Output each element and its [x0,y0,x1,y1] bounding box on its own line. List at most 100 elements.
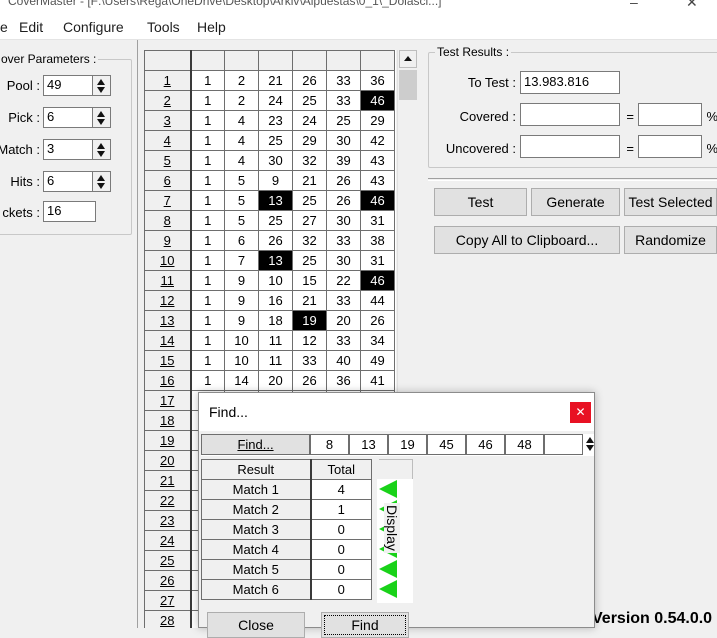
spin-down-icon[interactable] [97,183,105,189]
spin-up-icon[interactable] [586,437,594,443]
grid-cell[interactable]: 14 [224,370,259,391]
table-row[interactable]: 5 1 4 30 32 39 43 [144,150,395,171]
row-number[interactable]: 22 [144,490,192,511]
table-row[interactable]: 14 1 10 11 12 33 34 [144,330,395,351]
grid-cell[interactable]: 10 [224,330,259,351]
row-number[interactable]: 9 [144,230,192,251]
row-number[interactable]: 16 [144,370,192,391]
grid-cell[interactable]: 43 [360,170,395,191]
grid-cell[interactable]: 31 [360,210,395,231]
grid-column-header[interactable] [360,50,395,71]
triangle-left-icon[interactable] [379,580,397,598]
grid-cell[interactable]: 9 [224,310,259,331]
row-number[interactable]: 4 [144,130,192,151]
grid-column-header[interactable] [292,50,327,71]
grid-cell[interactable]: 21 [258,70,293,91]
grid-cell[interactable]: 33 [326,70,361,91]
grid-cell[interactable]: 4 [224,150,259,171]
table-row[interactable]: 13 1 9 18 19 20 26 [144,310,395,331]
grid-cell[interactable]: 20 [326,310,361,331]
close-window-icon[interactable]: ✕ [686,0,698,11]
grid-cell[interactable]: 15 [292,270,327,291]
grid-cell[interactable]: 31 [360,250,395,271]
grid-cell[interactable]: 24 [292,110,327,131]
grid-cell[interactable]: 27 [292,210,327,231]
spin-down-icon[interactable] [97,119,105,125]
grid-cell[interactable]: 13 [258,250,293,271]
close-icon[interactable]: ✕ [570,402,591,423]
table-row[interactable]: 12 1 9 16 21 33 44 [144,290,395,311]
test-selected-button[interactable]: Test Selected [624,188,717,216]
grid-cell[interactable]: 1 [190,210,225,231]
match-input[interactable]: 3 [43,139,93,160]
row-number[interactable]: 10 [144,250,192,271]
menu-help[interactable]: Help [197,19,226,35]
grid-cell[interactable]: 4 [224,110,259,131]
grid-cell[interactable]: 1 [190,270,225,291]
grid-cell[interactable]: 34 [360,330,395,351]
grid-cell[interactable]: 1 [190,230,225,251]
grid-cell[interactable]: 16 [258,290,293,311]
randomize-button[interactable]: Randomize [624,226,717,254]
grid-cell[interactable]: 44 [360,290,395,311]
menu-tools[interactable]: Tools [147,19,180,35]
grid-cell[interactable]: 5 [224,190,259,211]
grid-cell[interactable]: 41 [360,370,395,391]
grid-cell[interactable]: 6 [224,230,259,251]
grid-cell[interactable]: 7 [224,250,259,271]
spin-up-icon[interactable] [97,175,105,181]
grid-cell[interactable]: 1 [190,310,225,331]
grid-cell[interactable]: 1 [190,110,225,131]
grid-cell[interactable]: 5 [224,170,259,191]
grid-cell[interactable]: 36 [360,70,395,91]
grid-cell[interactable]: 26 [292,370,327,391]
menu-file[interactable]: e [0,19,8,35]
grid-cell[interactable]: 10 [224,350,259,371]
row-number[interactable]: 28 [144,610,192,628]
pick-input[interactable]: 6 [43,107,93,128]
table-row[interactable]: 15 1 10 11 33 40 49 [144,350,395,371]
spin-up-icon[interactable] [97,143,105,149]
grid-cell[interactable]: 30 [326,250,361,271]
spin-down-icon[interactable] [97,151,105,157]
find-number-7[interactable] [544,434,583,455]
grid-cell[interactable]: 23 [258,110,293,131]
row-number[interactable]: 27 [144,590,192,611]
grid-cell[interactable]: 18 [258,310,293,331]
row-number[interactable]: 18 [144,410,192,431]
triangle-left-icon[interactable] [379,480,397,498]
grid-cell[interactable]: 42 [360,130,395,151]
grid-cell[interactable]: 25 [258,130,293,151]
grid-cell[interactable]: 2 [224,90,259,111]
row-number[interactable]: 25 [144,550,192,571]
grid-cell[interactable]: 1 [190,330,225,351]
grid-cell[interactable]: 21 [292,290,327,311]
grid-cell[interactable]: 25 [292,250,327,271]
grid-cell[interactable]: 33 [326,230,361,251]
find-button[interactable]: Find [321,612,409,638]
grid-cell[interactable]: 25 [258,210,293,231]
row-number[interactable]: 23 [144,510,192,531]
find-spinner[interactable] [584,434,596,455]
grid-cell[interactable]: 12 [292,330,327,351]
table-row[interactable]: 16 1 14 20 26 36 41 [144,370,395,391]
find-number-4[interactable]: 45 [427,434,466,455]
table-row[interactable]: 7 1 5 13 25 26 46 [144,190,395,211]
grid-cell[interactable]: 11 [258,330,293,351]
grid-cell[interactable]: 1 [190,170,225,191]
table-row[interactable]: 2 1 2 24 25 33 46 [144,90,395,111]
close-button[interactable]: Close [207,612,305,638]
grid-cell[interactable]: 13 [258,190,293,211]
grid-cell[interactable]: 30 [326,130,361,151]
row-number[interactable]: 21 [144,470,192,491]
table-row[interactable]: 4 1 4 25 29 30 42 [144,130,395,151]
table-row[interactable]: 9 1 6 26 32 33 38 [144,230,395,251]
scroll-thumb[interactable] [399,70,417,100]
grid-cell[interactable]: 11 [258,350,293,371]
grid-cell[interactable]: 43 [360,150,395,171]
scroll-up-icon[interactable] [399,50,417,68]
grid-cell[interactable]: 25 [292,190,327,211]
pool-spinner[interactable] [93,75,111,96]
grid-cell[interactable]: 1 [190,250,225,271]
grid-cell[interactable]: 1 [190,90,225,111]
